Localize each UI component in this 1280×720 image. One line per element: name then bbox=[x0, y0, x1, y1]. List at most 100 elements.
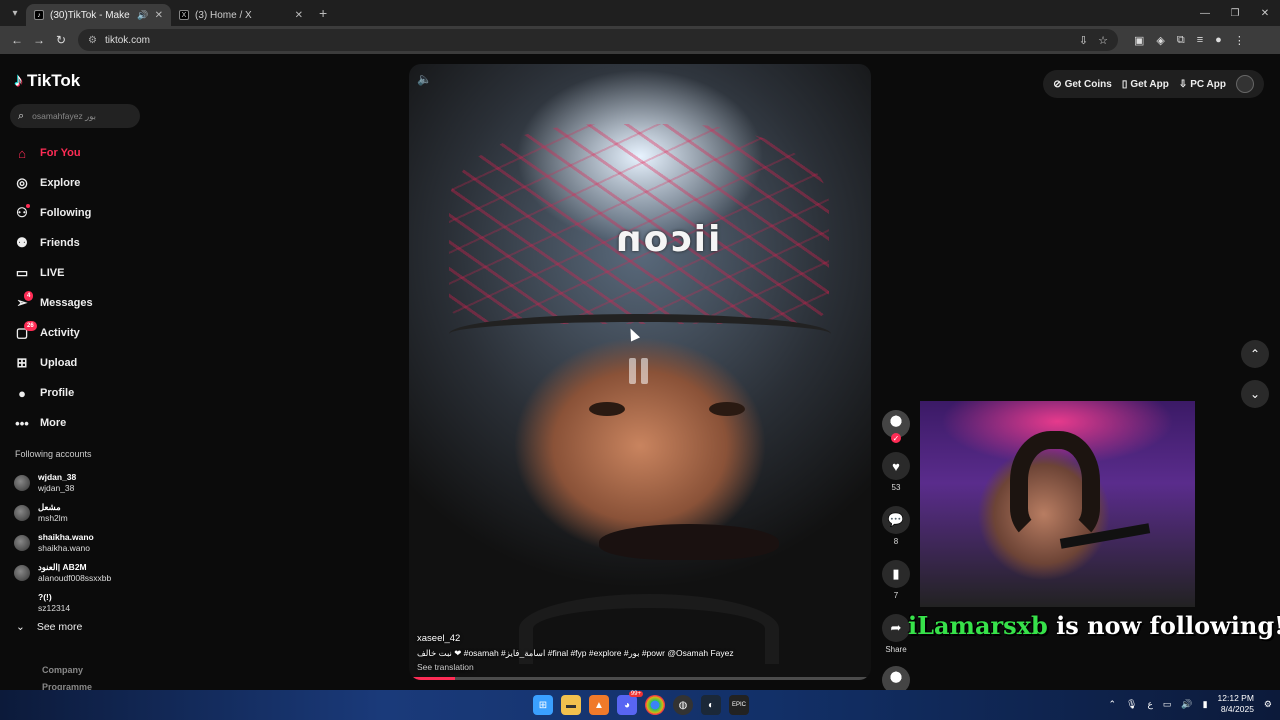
logo-text: TikTok bbox=[27, 70, 81, 90]
epic-games-icon[interactable]: EPIC bbox=[729, 695, 749, 715]
get-app-button[interactable]: ▯ Get App bbox=[1122, 79, 1169, 90]
discord-icon[interactable]: ◕ 99+ bbox=[617, 691, 643, 715]
search-icon: ⌕ bbox=[18, 109, 25, 122]
minimize-icon[interactable]: — bbox=[1190, 0, 1220, 26]
settings-icon[interactable]: ⚙ bbox=[1264, 699, 1272, 710]
following-accounts-heading: Following accounts bbox=[15, 449, 92, 459]
like-button[interactable]: ♥ bbox=[882, 452, 910, 480]
activity-badge: 26 bbox=[24, 321, 37, 331]
list-item[interactable]: ?(!) sz12314 bbox=[14, 588, 111, 618]
avatar bbox=[14, 475, 30, 491]
obs-icon[interactable]: ◍ bbox=[673, 695, 693, 715]
tray-arrow-icon[interactable]: ⌃ bbox=[1108, 699, 1116, 710]
nav-profile[interactable]: ● Profile bbox=[14, 378, 93, 408]
site-info-icon[interactable]: ⚙ bbox=[88, 35, 97, 46]
menu-icon[interactable]: ⋮ bbox=[1234, 34, 1245, 47]
close-tab-icon[interactable]: ✕ bbox=[155, 10, 163, 21]
chevron-up-icon[interactable]: ⌃ bbox=[1241, 340, 1269, 368]
reload-icon[interactable]: ↻ bbox=[50, 29, 72, 51]
nav-friends[interactable]: ⚉ Friends bbox=[14, 228, 93, 258]
pause-icon[interactable] bbox=[629, 358, 648, 384]
tab-tiktok[interactable]: ♪ (30)TikTok - Make Your Day 🔊 ✕ bbox=[26, 4, 171, 26]
file-explorer-icon[interactable]: ▬ bbox=[561, 695, 581, 715]
new-tab-button[interactable]: + bbox=[319, 5, 327, 21]
media-icon[interactable]: ≡ bbox=[1197, 34, 1203, 46]
helmet-visor bbox=[449, 314, 831, 354]
coin-icon: ⊘ bbox=[1053, 78, 1062, 90]
stream-webcam-overlay bbox=[920, 401, 1195, 607]
list-item[interactable]: shaikha.wano shaikha.wano bbox=[14, 528, 111, 558]
share-label: Share bbox=[885, 645, 907, 654]
close-tab-icon[interactable]: ✕ bbox=[295, 10, 303, 21]
tiktok-note-icon: ♪ bbox=[14, 70, 23, 90]
video-player[interactable]: iicon 🔈 xaseel_42 نبت خالف ❤ #osamah #اس… bbox=[409, 64, 871, 680]
battery-icon[interactable]: ▮ bbox=[1203, 699, 1208, 710]
list-item[interactable]: wjdan_38 wjdan_38 bbox=[14, 468, 111, 498]
extension-icon[interactable]: ▣ bbox=[1134, 34, 1144, 47]
video-username[interactable]: xaseel_42 bbox=[417, 633, 857, 644]
tiktok-logo[interactable]: ♪ TikTok bbox=[14, 70, 80, 91]
steam-icon[interactable]: ◐ bbox=[701, 695, 721, 715]
profile-avatar[interactable] bbox=[1236, 75, 1254, 93]
tab-search-icon[interactable]: ▾ bbox=[4, 4, 26, 22]
nav-messages[interactable]: ➢ 4 Messages bbox=[14, 288, 93, 318]
nav-label: Following bbox=[40, 207, 92, 219]
close-window-icon[interactable]: ✕ bbox=[1250, 0, 1280, 26]
extension-icon[interactable]: ◈ bbox=[1156, 34, 1164, 47]
volume-icon[interactable]: 🔈 bbox=[417, 72, 432, 86]
speaker-icon[interactable]: 🔊 bbox=[1181, 699, 1192, 710]
save-count: 7 bbox=[893, 591, 899, 600]
puzzle-icon[interactable]: ⧉ bbox=[1177, 34, 1185, 47]
clock[interactable]: 12:12 PM 8/4/2025 bbox=[1218, 693, 1254, 715]
nav-upload[interactable]: ⊞ Upload bbox=[14, 348, 93, 378]
like-count: 53 bbox=[891, 483, 901, 492]
share-button[interactable]: ➦ bbox=[882, 614, 910, 642]
nav-explore[interactable]: ◎ Explore bbox=[14, 168, 93, 198]
clock-time: 12:12 PM bbox=[1217, 693, 1254, 703]
language-icon[interactable]: ع bbox=[1147, 699, 1152, 710]
creator-avatar[interactable]: ✓ bbox=[882, 410, 910, 443]
list-item[interactable]: العنود| AB2M alanoudf008ssxxbb bbox=[14, 558, 111, 588]
forward-icon[interactable]: → bbox=[28, 29, 50, 51]
avatar bbox=[14, 565, 30, 581]
follow-alert-text: is now following! bbox=[1047, 611, 1280, 640]
address-bar: ← → ↻ ⚙ tiktok.com ⇩ ☆ ▣ ◈ ⧉ ≡ ● ⋮ bbox=[0, 26, 1280, 54]
see-more-button[interactable]: ⌄ See more bbox=[16, 621, 82, 633]
footer-link-company[interactable]: Company bbox=[42, 662, 92, 679]
chevron-down-icon[interactable]: ⌄ bbox=[1241, 380, 1269, 408]
compass-icon: ◎ bbox=[16, 175, 28, 190]
see-translation-link[interactable]: See translation bbox=[417, 662, 857, 672]
microphone-icon[interactable]: 🎙 bbox=[1126, 699, 1137, 710]
nav-live[interactable]: ▭ LIVE bbox=[14, 258, 93, 288]
bookmark-star-icon[interactable]: ☆ bbox=[1098, 34, 1108, 47]
list-item[interactable]: مشعل msh2lm bbox=[14, 498, 111, 528]
comment-button[interactable]: 💬 bbox=[882, 506, 910, 534]
tiktok-page: ♪ TikTok ⌕ osamahfayez بور ⌂ For You ◎ E… bbox=[0, 54, 1280, 694]
get-coins-button[interactable]: ⊘ Get Coins bbox=[1053, 79, 1112, 90]
profile-icon[interactable]: ● bbox=[1215, 34, 1222, 46]
app-icon[interactable]: ▲ bbox=[589, 695, 609, 715]
tab-title: (3) Home / X bbox=[195, 9, 252, 21]
follow-plus-icon[interactable]: ✓ bbox=[891, 433, 901, 443]
maximize-icon[interactable]: ❐ bbox=[1220, 0, 1250, 26]
nav-for-you[interactable]: ⌂ For You bbox=[14, 138, 93, 168]
sidebar: ♪ TikTok ⌕ osamahfayez بور ⌂ For You ◎ E… bbox=[0, 54, 150, 692]
save-button[interactable]: ▮ bbox=[882, 560, 910, 588]
search-input[interactable]: ⌕ osamahfayez بور bbox=[10, 104, 140, 128]
tab-x[interactable]: X (3) Home / X ✕ bbox=[171, 4, 311, 26]
chrome-icon[interactable] bbox=[645, 695, 665, 715]
video-progress-bar[interactable] bbox=[409, 677, 871, 680]
install-icon[interactable]: ⇩ bbox=[1079, 34, 1088, 47]
url-field[interactable]: ⚙ tiktok.com ⇩ ☆ bbox=[78, 29, 1118, 51]
pc-app-button[interactable]: ⇩ PC App bbox=[1179, 79, 1226, 90]
windows-start-icon[interactable]: ⊞ bbox=[533, 695, 553, 715]
account-name: wjdan_38 bbox=[38, 472, 77, 482]
display-icon[interactable]: ▭ bbox=[1163, 699, 1172, 710]
back-icon[interactable]: ← bbox=[6, 29, 28, 51]
chevron-down-icon: ⌄ bbox=[16, 621, 25, 633]
nav-more[interactable]: ••• More bbox=[14, 408, 93, 438]
windows-taskbar: ⊞ ▬ ▲ ◕ 99+ ◍ ◐ EPIC ⌃ 🎙 ع ▭ 🔊 ▮ 12:12 PM… bbox=[0, 690, 1280, 720]
nav-following[interactable]: ⚇ Following bbox=[14, 198, 93, 228]
account-handle: msh2lm bbox=[38, 513, 68, 523]
nav-activity[interactable]: ▢ 26 Activity bbox=[14, 318, 93, 348]
